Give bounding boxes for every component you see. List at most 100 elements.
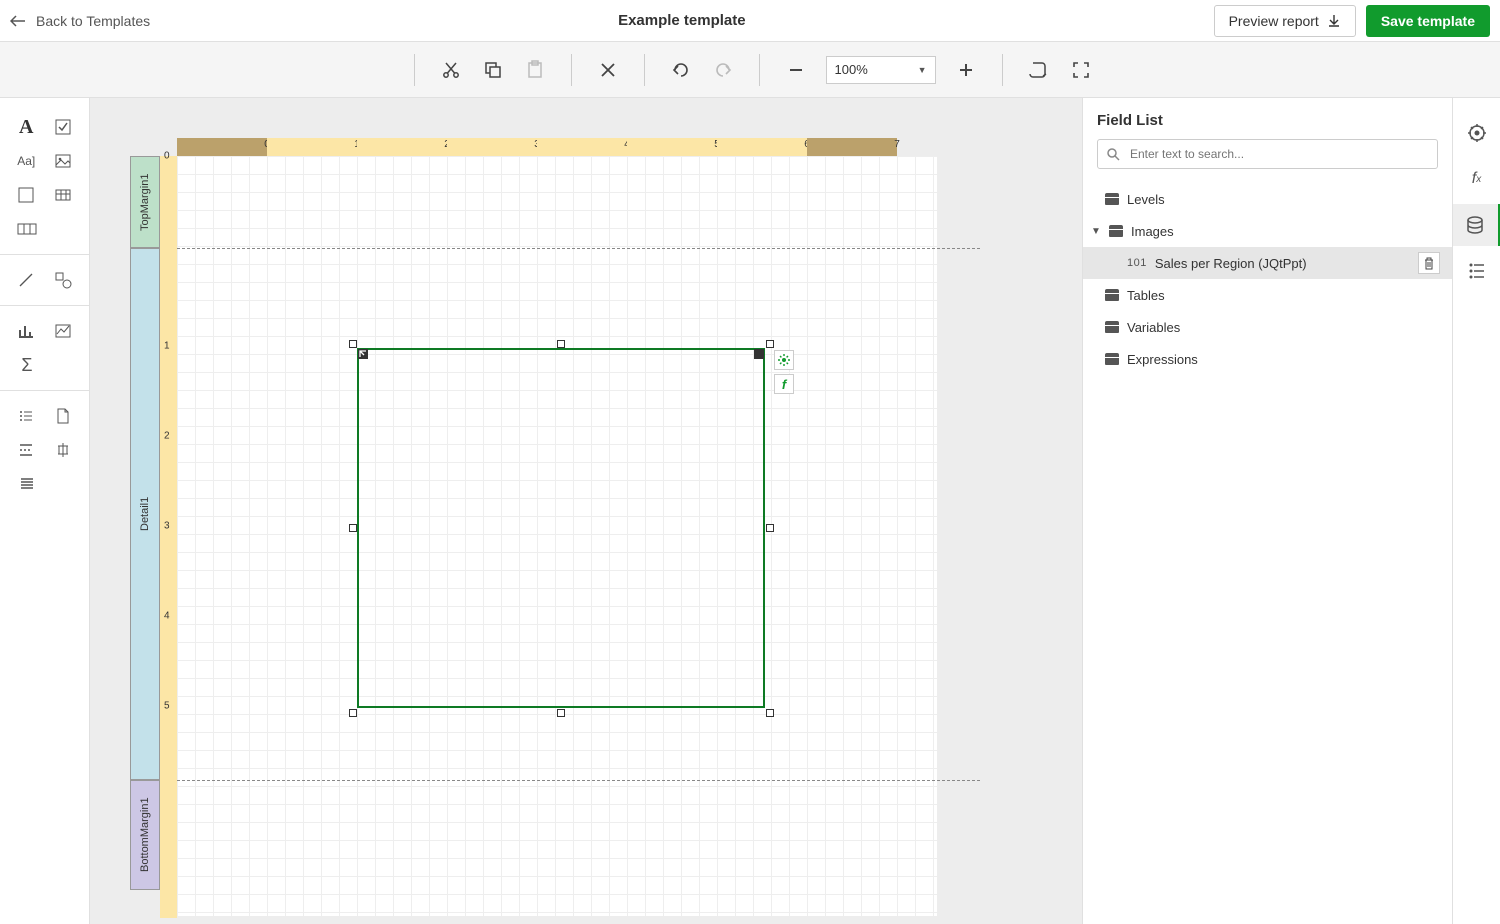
- tree-item-variables[interactable]: Variables: [1083, 311, 1452, 343]
- tree-item-image-child[interactable]: 101 Sales per Region (JQtPpt): [1083, 247, 1452, 279]
- table-tool-icon[interactable]: [52, 184, 74, 206]
- save-template-button[interactable]: Save template: [1366, 5, 1490, 37]
- tree-item-expressions[interactable]: Expressions: [1083, 343, 1452, 375]
- ruler-tick: 2: [164, 431, 170, 442]
- band-top-margin[interactable]: TopMargin1: [130, 156, 160, 248]
- character-comb-icon[interactable]: [16, 218, 38, 240]
- preview-label: Preview report: [1229, 13, 1319, 29]
- resize-handle[interactable]: [766, 524, 774, 532]
- zoom-in-icon[interactable]: [954, 58, 978, 82]
- resize-handle[interactable]: [349, 340, 357, 348]
- tree-label: Images: [1131, 224, 1174, 239]
- field-list-panel: Field List Levels ▼ Images 101 Sales per…: [1082, 98, 1452, 924]
- checkbox-tool-icon[interactable]: [52, 116, 74, 138]
- header-actions: Preview report Save template: [1214, 5, 1490, 37]
- tree-item-tables[interactable]: Tables: [1083, 279, 1452, 311]
- script-icon[interactable]: [1027, 58, 1051, 82]
- field-search[interactable]: [1097, 139, 1438, 169]
- caret-down-icon: ▼: [918, 65, 927, 75]
- element-settings-icon[interactable]: [774, 350, 794, 370]
- resize-handle[interactable]: [557, 709, 565, 717]
- band-column: TopMargin1 Detail1 BottomMargin1: [130, 156, 160, 918]
- element-formula-icon[interactable]: f: [774, 374, 794, 394]
- copy-icon[interactable]: [481, 58, 505, 82]
- linechart-tool-icon[interactable]: [52, 320, 74, 342]
- expressions-tab-icon[interactable]: fx: [1453, 158, 1500, 200]
- ruler-tick: 4: [164, 611, 170, 622]
- separator: [414, 54, 415, 86]
- separator: [759, 54, 760, 86]
- band-bottom-margin[interactable]: BottomMargin1: [130, 780, 160, 890]
- band-tool-icon[interactable]: [16, 473, 38, 495]
- database-icon: [1105, 289, 1119, 301]
- selection-corner-icon: [358, 349, 368, 359]
- separator: [644, 54, 645, 86]
- barchart-tool-icon[interactable]: [15, 320, 37, 342]
- resize-handle[interactable]: [766, 340, 774, 348]
- field-list-title: Field List: [1097, 112, 1438, 129]
- left-toolbox: A Aa] Σ: [0, 98, 90, 924]
- caret-down-icon: ▼: [1091, 226, 1101, 237]
- delete-field-button[interactable]: [1418, 252, 1440, 274]
- properties-tab-icon[interactable]: [1453, 112, 1500, 154]
- app-header: Back to Templates Example template Previ…: [0, 0, 1500, 42]
- undo-icon[interactable]: [669, 58, 693, 82]
- pagebreak-tool-icon[interactable]: [15, 439, 37, 461]
- tree-item-levels[interactable]: Levels: [1083, 183, 1452, 215]
- report-explorer-tab-icon[interactable]: [1453, 250, 1500, 292]
- right-rail: fx: [1452, 98, 1500, 924]
- cut-icon[interactable]: [439, 58, 463, 82]
- database-icon: [1105, 321, 1119, 333]
- richtext-tool-icon[interactable]: Aa]: [15, 150, 37, 172]
- separator: [1002, 54, 1003, 86]
- fullscreen-icon[interactable]: [1069, 58, 1093, 82]
- selected-image-element[interactable]: [357, 348, 765, 708]
- redo-icon: [711, 58, 735, 82]
- tree-label: Expressions: [1127, 352, 1198, 367]
- band-divider: [177, 248, 980, 249]
- image-tool-icon[interactable]: [52, 150, 74, 172]
- page-tool-icon[interactable]: [52, 405, 74, 427]
- element-actions: f: [774, 350, 794, 394]
- field-label: Sales per Region (JQtPpt): [1155, 256, 1307, 271]
- band-detail[interactable]: Detail1: [130, 248, 160, 780]
- save-label: Save template: [1381, 13, 1475, 29]
- resize-handle[interactable]: [766, 709, 774, 717]
- canvas[interactable]: 0 1 2 3 4 5 6 7 0 1 2 3 4 5 TopMargin: [90, 98, 1082, 924]
- ruler-vertical: 0 1 2 3 4 5: [160, 156, 177, 918]
- resize-handle[interactable]: [349, 709, 357, 717]
- zoom-select[interactable]: 100% ▼: [826, 56, 936, 84]
- field-search-input[interactable]: [1128, 146, 1429, 162]
- search-icon: [1106, 147, 1120, 161]
- ruler-tick: 1: [164, 341, 170, 352]
- download-icon: [1327, 14, 1341, 28]
- arrow-left-icon: [10, 15, 26, 27]
- fieldlist-tab-icon[interactable]: [1453, 204, 1500, 246]
- field-code: 101: [1127, 257, 1147, 269]
- database-icon: [1105, 353, 1119, 365]
- resize-handle[interactable]: [349, 524, 357, 532]
- database-icon: [1105, 193, 1119, 205]
- tree-label: Variables: [1127, 320, 1180, 335]
- back-label: Back to Templates: [36, 13, 150, 29]
- tree-label: Levels: [1127, 192, 1165, 207]
- tree-label: Tables: [1127, 288, 1165, 303]
- zoom-out-icon[interactable]: [784, 58, 808, 82]
- crossband-tool-icon[interactable]: [52, 439, 74, 461]
- line-tool-icon[interactable]: [15, 269, 37, 291]
- tree-item-images[interactable]: ▼ Images: [1083, 215, 1452, 247]
- back-link[interactable]: Back to Templates: [10, 13, 150, 29]
- resize-handle[interactable]: [557, 340, 565, 348]
- preview-report-button[interactable]: Preview report: [1214, 5, 1356, 37]
- panel-tool-icon[interactable]: [15, 184, 37, 206]
- sigma-tool-icon[interactable]: Σ: [16, 354, 38, 376]
- paste-icon: [523, 58, 547, 82]
- shape-tool-icon[interactable]: [52, 269, 74, 291]
- field-tree: Levels ▼ Images 101 Sales per Region (JQ…: [1083, 179, 1452, 379]
- ruler-tick: 7: [894, 139, 900, 150]
- text-tool-icon[interactable]: A: [15, 116, 37, 138]
- band-divider: [177, 780, 980, 781]
- database-icon: [1109, 225, 1123, 237]
- list-tool-icon[interactable]: [15, 405, 37, 427]
- delete-icon[interactable]: [596, 58, 620, 82]
